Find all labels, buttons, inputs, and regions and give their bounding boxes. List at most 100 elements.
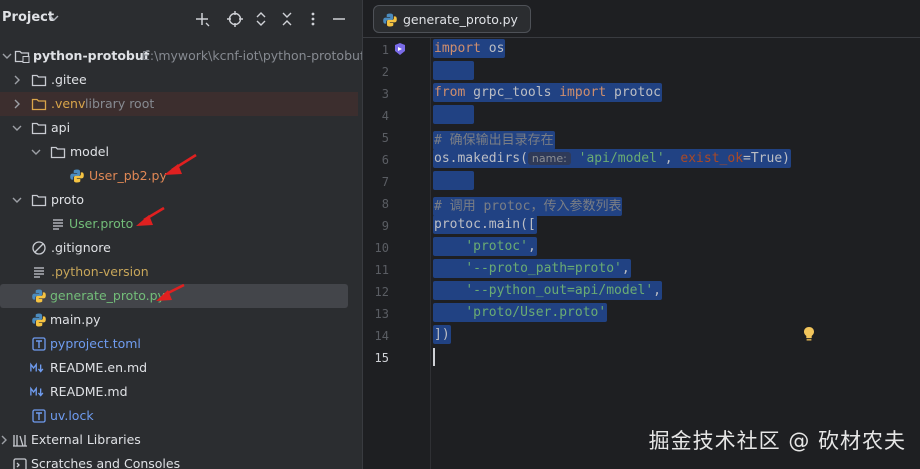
python-file-icon (70, 169, 84, 183)
tree-item-scratches[interactable]: Scratches and Consoles (0, 452, 362, 469)
tree-item-proto-folder[interactable]: proto (0, 188, 362, 212)
folder-icon (31, 98, 47, 111)
annotation-arrow (156, 283, 185, 301)
folder-icon (31, 122, 47, 135)
tree-item-label: .python-version (51, 264, 149, 279)
collapse-all-icon[interactable] (278, 10, 296, 28)
tree-item-uv-lock[interactable]: uv.lock (0, 404, 362, 428)
tree-item-user-proto[interactable]: User.proto (0, 212, 362, 236)
project-panel-header: Project (0, 0, 362, 38)
line-number: 10 (374, 241, 389, 255)
tree-item-label: generate_proto.py (50, 288, 165, 303)
code-token: protoc (606, 85, 661, 100)
code-kwarg: exist_ok (680, 151, 744, 166)
line-number: 4 (381, 109, 389, 123)
code-token: =True) (743, 151, 790, 166)
code-string: '--python_out=api/model' (465, 283, 654, 298)
tree-item-label: proto (51, 192, 84, 207)
python-file-icon (32, 313, 46, 327)
code-editor: generate_proto.py 1 2 3 4 5 6 7 8 9 10 1… (362, 0, 920, 469)
line-number: 6 (381, 153, 389, 167)
code-string: 'api/model' (578, 151, 665, 166)
code-token: from (434, 85, 466, 100)
code-comment: # 调用 protoc，传入参数列表 (434, 199, 622, 214)
hide-panel-icon[interactable] (330, 10, 348, 28)
line-number-current: 15 (374, 351, 389, 365)
tree-item-readme-en[interactable]: README.en.md (0, 356, 362, 380)
folder-icon (50, 146, 66, 159)
editor-tab-bar: generate_proto.py (363, 0, 920, 38)
code-token: import (559, 85, 607, 100)
tree-item-project-root[interactable]: python-protobuf E:\mywork\kcnf-iot\pytho… (0, 44, 362, 68)
tab-generate-proto[interactable]: generate_proto.py (373, 5, 531, 33)
tree-item-label: User.proto (69, 216, 134, 231)
project-folder-icon (14, 50, 30, 63)
tree-item-gitee[interactable]: .gitee (0, 68, 362, 92)
library-icon (13, 435, 27, 447)
chevron-right-icon[interactable] (12, 74, 22, 86)
tree-item-main-py[interactable]: main.py (0, 308, 362, 332)
tree-item-label: uv.lock (50, 408, 94, 423)
text-file-icon (32, 409, 46, 423)
locate-file-icon[interactable] (226, 10, 244, 28)
ignore-file-icon (32, 241, 46, 255)
line-number: 11 (374, 263, 389, 277)
markdown-file-icon (30, 362, 44, 373)
line-number: 14 (374, 329, 389, 343)
tree-item-api[interactable]: api (0, 116, 362, 140)
project-view-selector[interactable]: Project (2, 10, 54, 25)
run-marker-icon[interactable] (393, 42, 407, 56)
tree-item-label: External Libraries (31, 432, 141, 447)
annotation-arrow (136, 206, 165, 226)
tree-item-gitignore[interactable]: .gitignore (0, 236, 362, 260)
tree-item-label: .gitignore (51, 240, 111, 255)
chevron-down-icon[interactable] (12, 194, 22, 206)
chevron-down-icon[interactable] (12, 122, 22, 134)
chevron-down-icon[interactable] (31, 146, 41, 158)
tree-item-label: .venv (51, 96, 86, 111)
expand-all-icon[interactable] (252, 10, 270, 28)
tree-item-pyproject[interactable]: pyproject.toml (0, 332, 362, 356)
code-line-6: os.makedirs(name: 'api/model', exist_ok=… (433, 149, 791, 173)
line-number-gutter[interactable]: 1 2 3 4 5 6 7 8 9 10 11 12 13 14 15 (363, 38, 431, 469)
tree-item-label: .gitee (51, 72, 87, 87)
tree-item-readme[interactable]: README.md (0, 380, 362, 404)
text-file-icon (53, 219, 63, 230)
tree-item-label: python-protobuf (33, 48, 150, 63)
code-line-11: '--proto_path=proto', (433, 259, 631, 283)
code-comment: # 确保输出目录存在 (434, 133, 554, 148)
watermark: 掘金技术社区 @ 砍材农夫 (648, 429, 906, 453)
parameter-name-hint: name: (527, 152, 571, 165)
chevron-down-icon[interactable] (49, 13, 59, 23)
line-number: 2 (381, 65, 389, 79)
chevron-down-icon[interactable] (2, 50, 12, 62)
options-menu-icon[interactable] (304, 10, 322, 28)
lightbulb-icon[interactable] (802, 326, 816, 342)
line-number: 12 (374, 285, 389, 299)
code-line-10: 'protoc', (433, 237, 537, 261)
folder-icon (31, 74, 47, 87)
code-line-2 (433, 61, 475, 85)
new-file-icon[interactable] (193, 10, 211, 28)
chevron-right-icon[interactable] (12, 98, 22, 110)
tree-item-external-libraries[interactable]: External Libraries (0, 428, 362, 452)
code-line-13: 'proto/User.proto' (433, 303, 608, 327)
project-tool-window: Project python-protobuf E:\mywork\kcnf-i… (0, 0, 362, 469)
code-token: import (434, 41, 481, 56)
tree-item-venv[interactable]: .venv library root (0, 92, 358, 116)
text-file-icon (34, 267, 44, 278)
line-number: 13 (374, 307, 389, 321)
tree-item-label: model (70, 144, 109, 159)
chevron-right-icon[interactable] (0, 434, 9, 446)
code-token: os.makedirs( (434, 151, 528, 166)
tree-item-python-version[interactable]: .python-version (0, 260, 362, 284)
code-line-9: protoc.main([ (433, 215, 537, 239)
code-line-1: import os (433, 39, 506, 63)
project-path-hint: E:\mywork\kcnf-iot\python-protobuf (142, 48, 362, 63)
tab-label: generate_proto.py (403, 12, 518, 27)
folder-icon (31, 194, 47, 207)
tree-item-label: pyproject.toml (50, 336, 141, 351)
code-string: 'protoc' (465, 239, 528, 254)
code-line-14: ]) (433, 325, 451, 349)
code-token: grpc_tools (465, 85, 560, 100)
